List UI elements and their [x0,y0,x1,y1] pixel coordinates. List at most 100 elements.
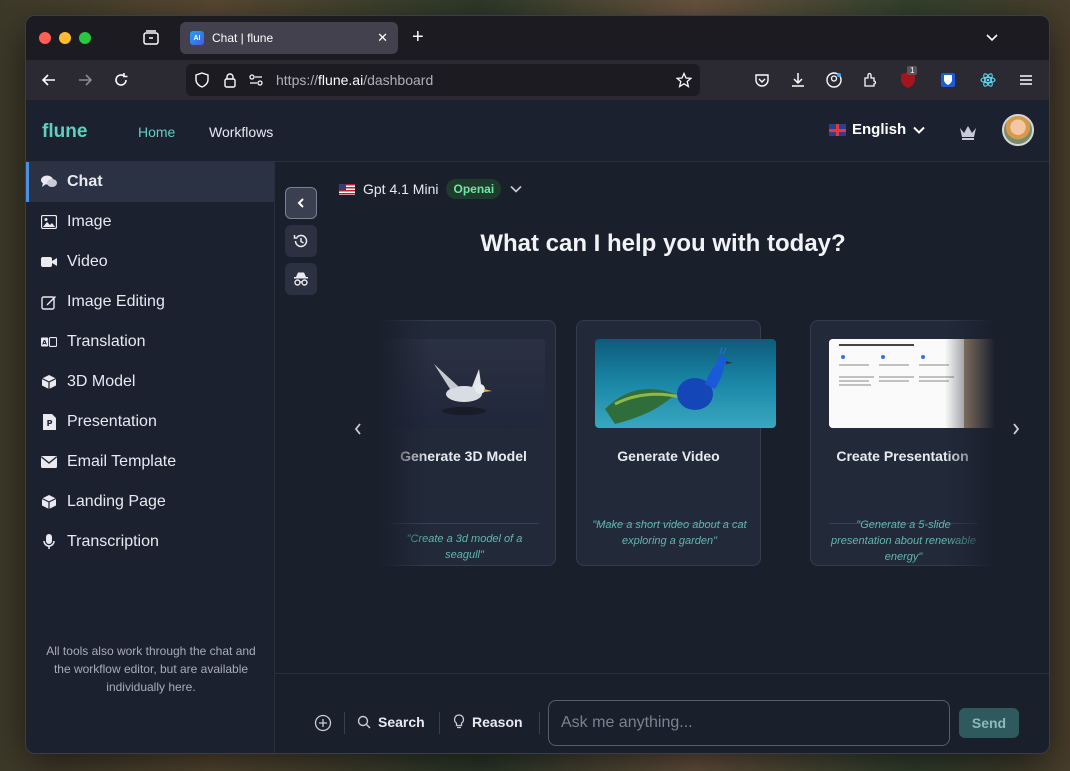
nav-home[interactable]: Home [138,124,175,140]
url-bar[interactable]: https://flune.ai/dashboard [186,64,700,96]
sidebar-item-image[interactable]: Image [26,202,274,242]
back-icon[interactable] [41,72,57,88]
lightbulb-icon [453,714,465,729]
card-quote: "Create a 3d model of a seagull" [406,533,523,561]
sidebar-note: All tools also work through the chat and… [46,644,256,694]
sidebar-item-label: Transcription [67,533,159,550]
pocket-icon[interactable] [754,72,770,88]
user-avatar[interactable] [1002,114,1034,146]
close-window-button[interactable] [39,32,51,44]
sidebar: Chat Image Video Image Editing A Transla… [26,162,275,753]
tab-close-icon[interactable]: ✕ [377,30,388,46]
presentation-image [829,339,995,428]
edit-icon [41,294,57,310]
extension-badge: 1 [907,66,918,75]
nav-workflows[interactable]: Workflows [209,124,273,140]
tab-manager-icon[interactable] [142,29,160,47]
sidebar-item-label: Presentation [67,413,157,430]
chevron-down-icon [510,185,522,193]
carousel-prev-arrow-icon[interactable] [353,420,363,441]
incognito-icon [294,272,308,286]
bitwarden-icon[interactable] [940,72,956,88]
sidebar-item-transcription[interactable]: Transcription [26,522,274,562]
sidebar-item-label: Image Editing [67,293,165,310]
model-selector[interactable]: Gpt 4.1 Mini Openai [339,179,523,199]
download-icon[interactable] [790,72,806,88]
minimize-window-button[interactable] [59,32,71,44]
account-icon[interactable] [826,72,842,88]
uk-flag-icon [829,123,846,136]
tab-title: Chat | flune [212,31,274,45]
search-label: Search [378,714,425,730]
browser-window: AI Chat | flune ✕ + https://flune.ai/das… [25,15,1050,754]
sidebar-item-label: Landing Page [67,493,166,510]
envelope-icon [41,454,57,470]
separator [344,712,345,734]
sidebar-item-presentation[interactable]: P Presentation [26,402,274,442]
sidebar-item-image-editing[interactable]: Image Editing [26,282,274,322]
card-divider [390,523,539,524]
search-icon [357,715,371,729]
chevron-left-icon [297,198,304,208]
zoom-window-button[interactable] [79,32,91,44]
sidebar-item-label: Email Template [67,453,177,470]
sidebar-item-landing-page[interactable]: Landing Page [26,482,274,522]
menu-icon[interactable] [1018,72,1034,88]
suggestion-card-presentation[interactable]: Create Presentation "Generate a 5-slide … [810,320,995,566]
tab-active[interactable]: AI Chat | flune ✕ [180,22,398,54]
peacock-image [595,339,776,428]
send-button[interactable]: Send [959,708,1019,738]
page-title: What can I help you with today? [480,230,846,257]
card-title: Generate 3D Model [400,448,527,464]
collapse-sidebar-button[interactable] [285,187,317,219]
chat-input[interactable] [548,700,950,746]
video-icon [41,254,57,270]
ublock-extension-icon[interactable]: 1 [899,66,918,89]
bookmark-star-icon[interactable] [676,72,692,88]
sidebar-item-3d-model[interactable]: 3D Model [26,362,274,402]
main-panel: Gpt 4.1 Mini Openai What can I help you … [275,162,1049,753]
extensions-icon[interactable] [862,72,878,88]
provider-badge: Openai [446,179,502,199]
svg-text:A: A [42,340,47,347]
suggestion-card-video[interactable]: Generate Video "Make a short video about… [576,320,776,566]
separator [439,712,440,734]
card-title: Generate Video [617,448,720,464]
lock-icon[interactable] [222,72,238,88]
card-title: Create Presentation [836,448,969,464]
sidebar-item-label: 3D Model [67,373,136,390]
incognito-button[interactable] [285,263,317,295]
model-name: Gpt 4.1 Mini [363,181,439,197]
card-quote: "Make a short video about a cat explorin… [592,519,747,547]
attach-button[interactable] [314,714,332,732]
sidebar-item-label: Chat [67,173,103,190]
cube-icon [41,374,57,390]
search-toggle[interactable]: Search [357,714,425,730]
chat-icon [41,174,57,190]
suggestion-card-3d-model[interactable]: Generate 3D Model "Create a 3d model of … [379,320,556,566]
sidebar-item-translation[interactable]: A Translation [26,322,274,362]
reason-toggle[interactable]: Reason [453,714,523,730]
crown-icon[interactable] [958,124,978,140]
plus-circle-icon [314,714,332,732]
carousel-next-arrow-icon[interactable] [1011,420,1021,441]
shield-icon[interactable] [194,72,210,88]
react-devtools-icon[interactable] [980,72,996,88]
cube-icon [41,494,57,510]
forward-icon[interactable] [77,72,93,88]
logo[interactable]: flune [42,121,87,143]
sidebar-item-video[interactable]: Video [26,242,274,282]
sidebar-item-label: Video [67,253,108,270]
tab-list-chevron-icon[interactable] [985,30,999,44]
us-flag-icon [339,183,355,195]
url-text: https://flune.ai/dashboard [276,72,434,88]
reload-icon[interactable] [113,72,129,88]
sidebar-item-chat[interactable]: Chat [26,162,274,202]
new-tab-button[interactable]: + [412,27,424,47]
card-quote: "Generate a 5-slide presentation about r… [831,519,976,563]
permissions-icon[interactable] [248,72,264,88]
language-selector[interactable]: English [829,121,926,138]
translate-icon: A [41,334,57,350]
presentation-icon: P [41,414,57,430]
sidebar-item-email-template[interactable]: Email Template [26,442,274,482]
